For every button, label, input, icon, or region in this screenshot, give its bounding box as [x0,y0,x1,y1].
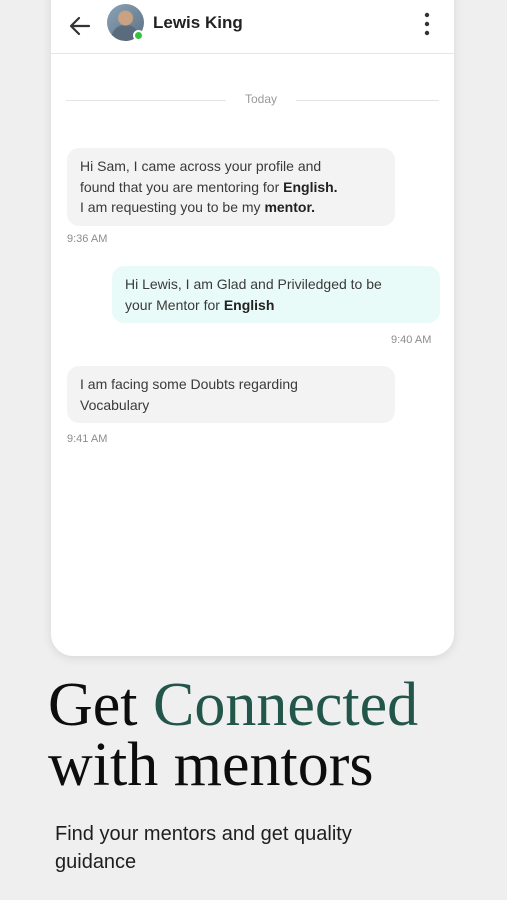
message-text-bold: mentor. [264,199,316,215]
message-time: 9:36 AM [67,233,108,245]
divider [66,100,226,101]
message-bubble-outgoing[interactable]: Hi Lewis, I am Glad and Priviledged to b… [112,266,440,323]
message-text: I am facing some Doubts regarding [80,376,298,392]
message-text: Hi Sam, I came across your profile and [80,158,322,174]
more-options-button[interactable] [415,9,439,39]
message-text-bold: English. [283,178,338,195]
headline-line2: with mentors [48,731,374,799]
more-vertical-icon [424,12,430,36]
message-text: your Mentor for [125,296,224,313]
back-button[interactable] [65,11,95,41]
chat-header: Lewis King [51,0,454,54]
message-time: 9:41 AM [67,433,108,445]
message-text: found that you are mentoring for [80,178,284,195]
headline-word: Get [48,671,138,739]
date-separator: Today [66,92,439,108]
message-text: Vocabulary [80,396,150,413]
promo-headline: Get Connected with mentors [48,674,418,796]
message-bubble-incoming[interactable]: Hi Sam, I came across your profile and f… [67,148,395,226]
date-label: Today [244,92,278,106]
avatar[interactable] [107,4,144,41]
message-text: Hi Lewis, I am Glad and Priviledged to b… [125,276,382,292]
message-text: I am requesting you to be my [80,199,265,215]
message-text-bold: English [223,296,275,313]
divider [296,100,439,101]
promo-subtitle: Find your mentors and get quality guidan… [55,823,352,873]
chat-screen-card: Lewis King Today Hi Sam, I came across y… [51,0,454,656]
headline-accent-word: Connected [153,671,419,739]
online-status-dot [133,30,144,41]
back-arrow-icon [69,16,91,36]
message-bubble-incoming[interactable]: I am facing some Doubts regarding Vocabu… [67,366,395,423]
contact-name[interactable]: Lewis King [153,13,243,33]
message-time: 9:40 AM [391,334,432,346]
